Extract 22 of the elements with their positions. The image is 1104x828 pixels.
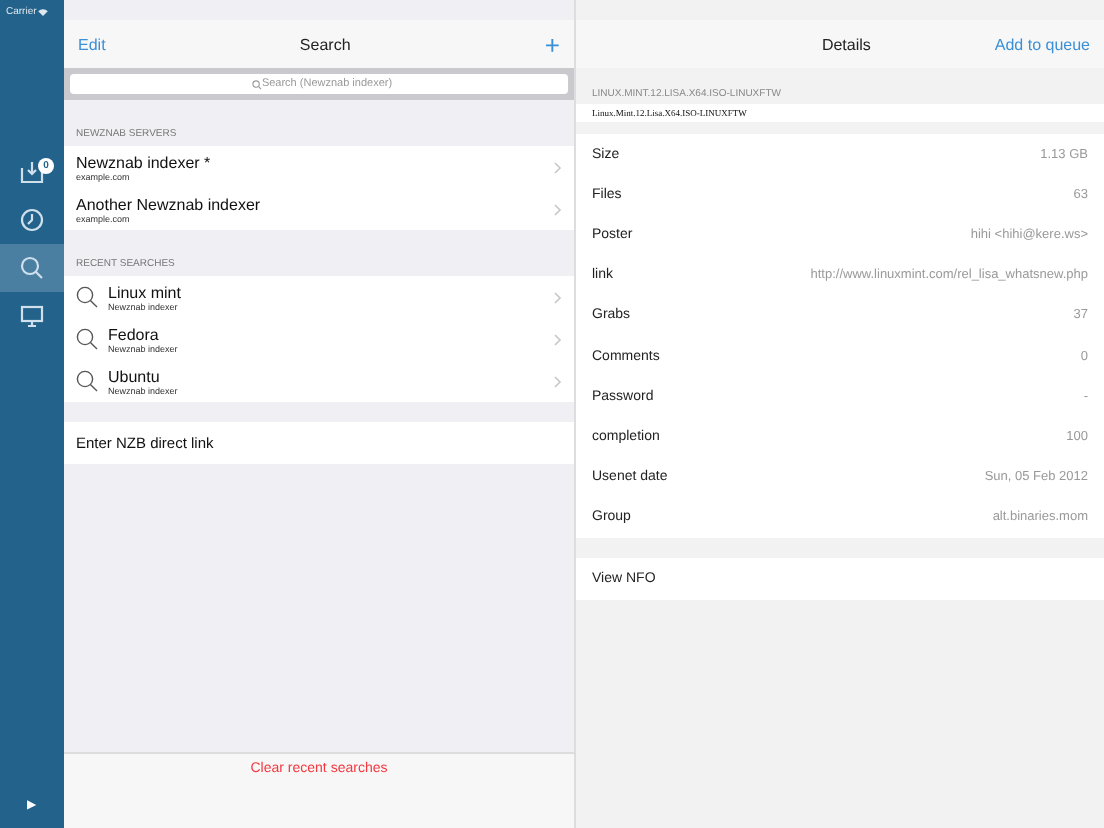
chevron-icon [554,375,562,387]
sidebar-tab[interactable] [0,244,64,292]
chevron-icon [554,333,562,345]
search-icon [76,286,98,308]
row-title: Linux mint [108,283,183,301]
chevron-icon [554,291,562,303]
panel-title: Search [299,35,351,53]
download-tray-icon [20,160,44,184]
search-icon [20,256,44,280]
row-title: Another Newznab indexer [76,195,263,213]
row-title: Ubuntu [108,367,162,385]
monitor-icon [20,304,44,328]
row-title: Fedora [108,325,161,343]
search-icon [76,328,98,350]
search-icon [251,79,261,89]
panel-title: Details [821,35,871,53]
search-icon [76,370,98,392]
chevron-icon [554,203,562,215]
chevron-icon [554,161,562,173]
row-title: Newznab indexer * [76,153,213,171]
clock-icon [20,208,44,232]
wifi-icon [38,8,49,16]
